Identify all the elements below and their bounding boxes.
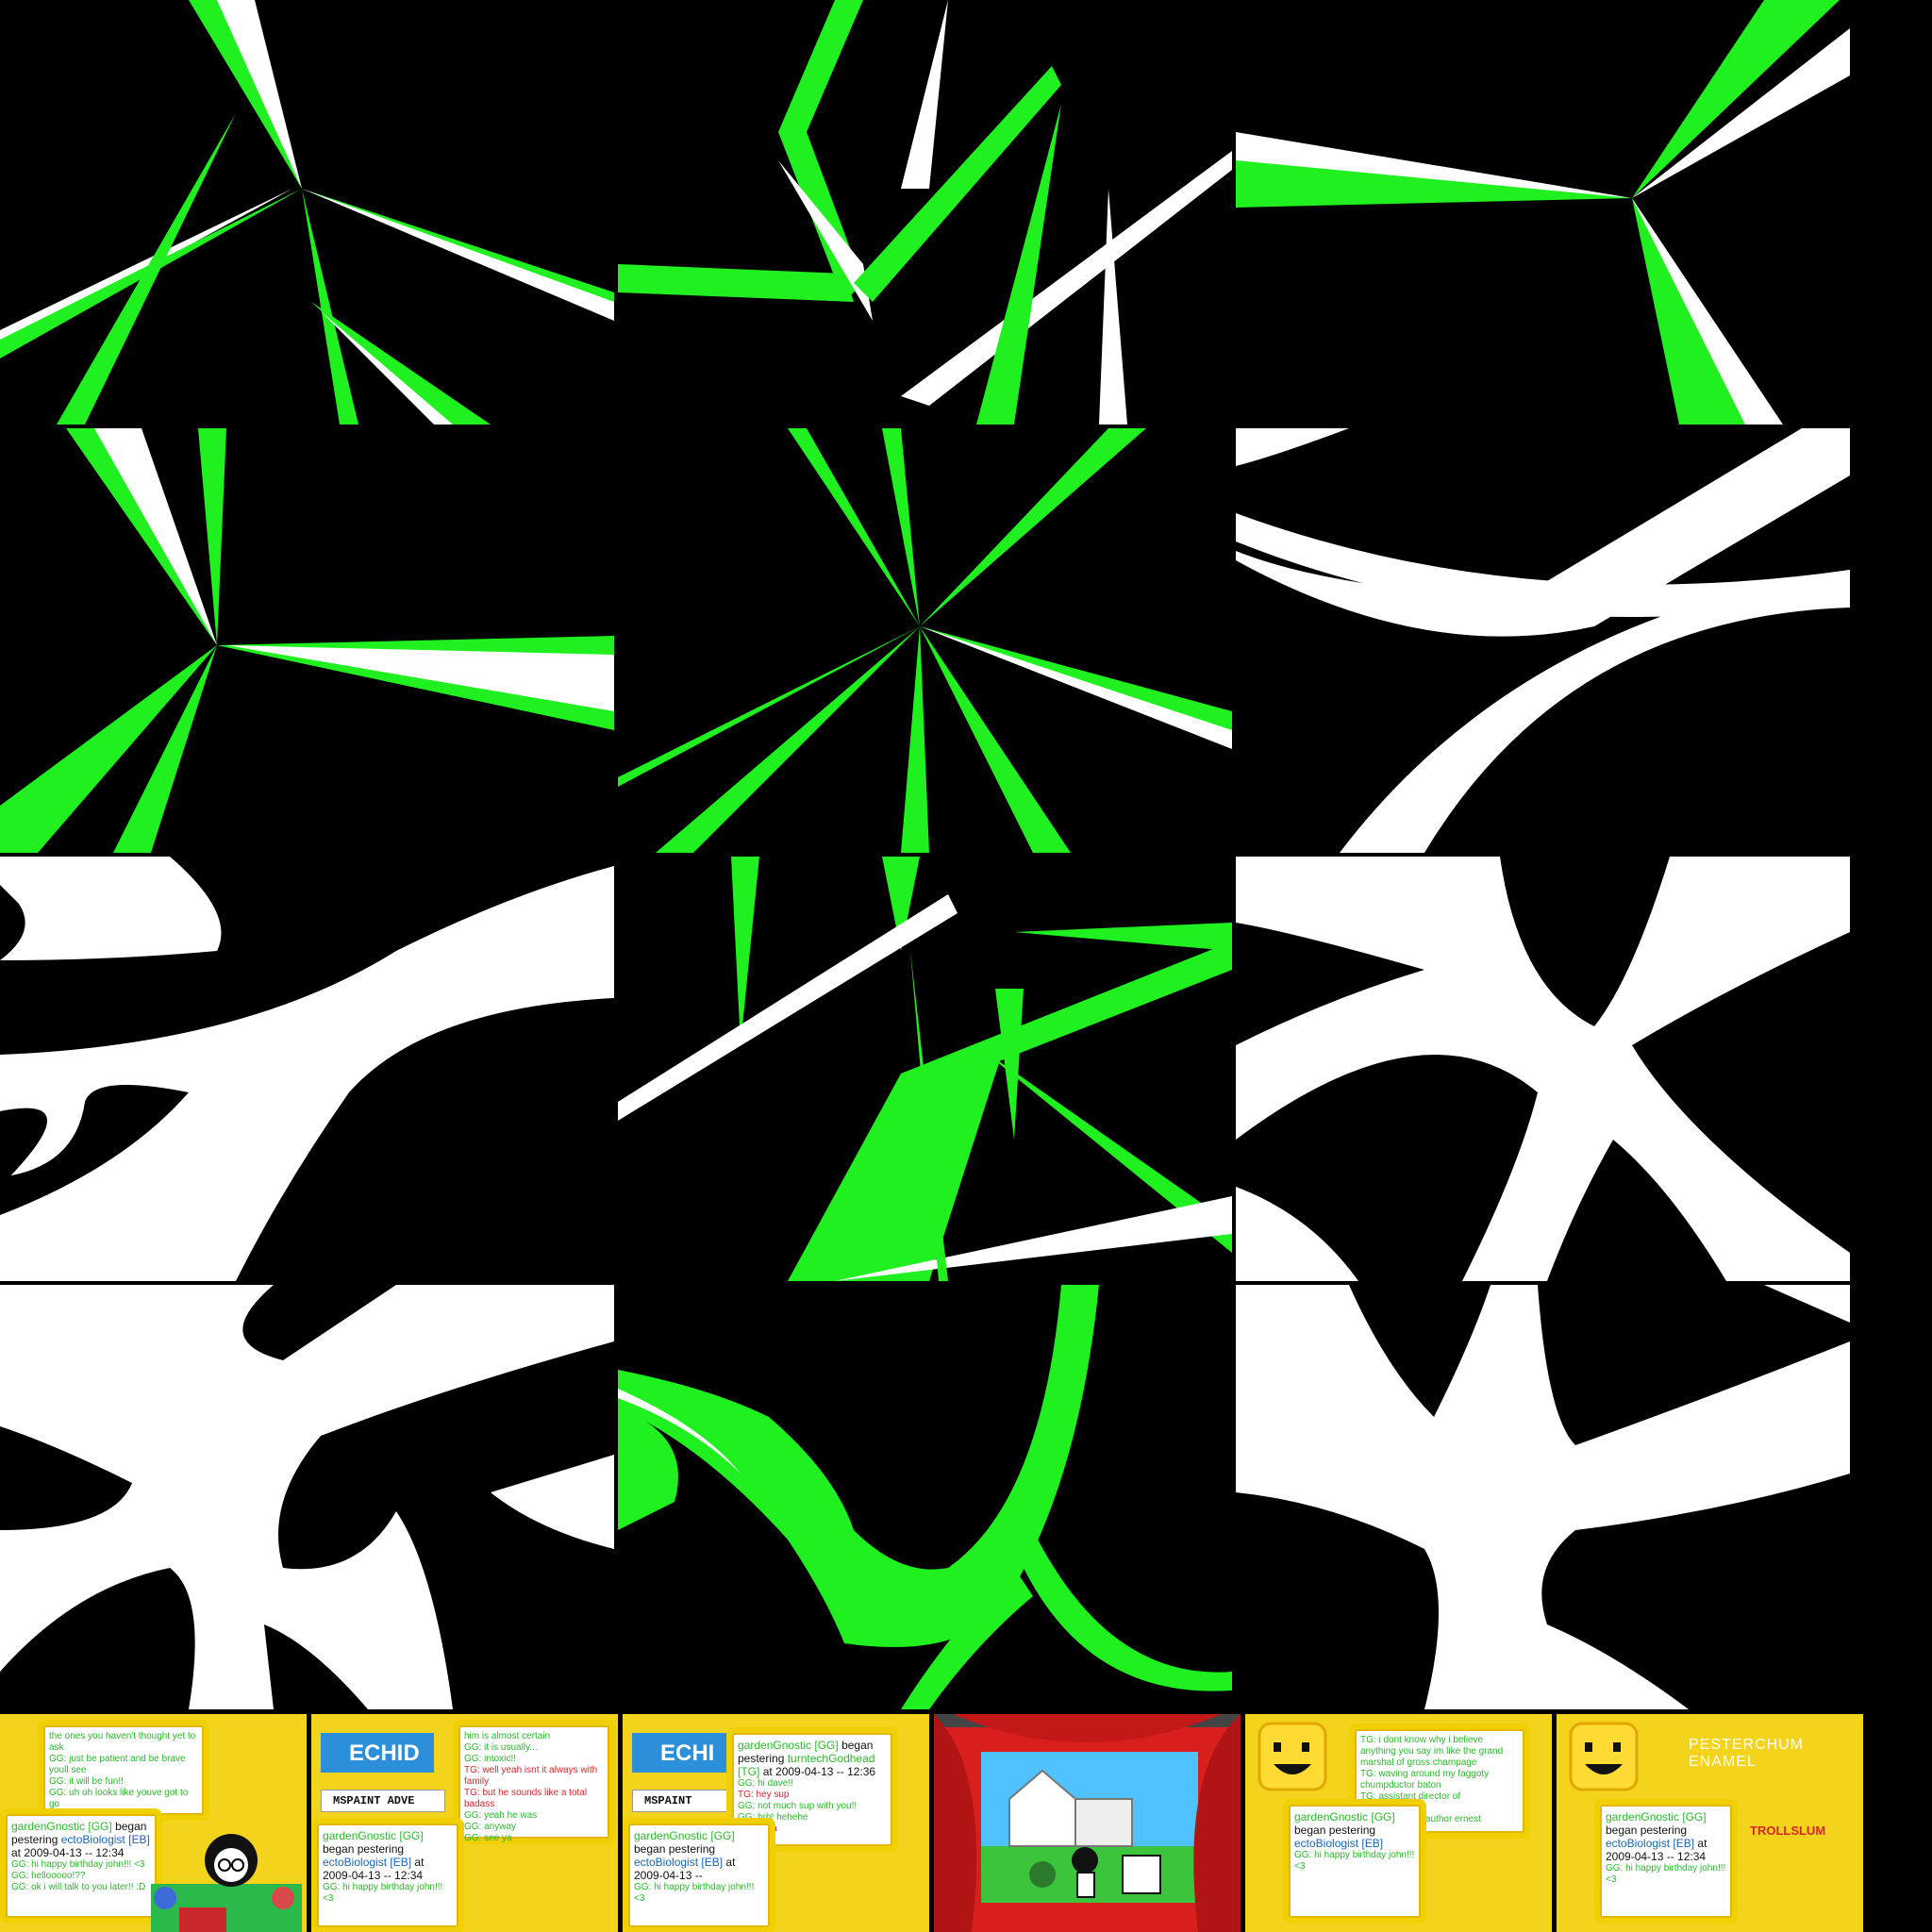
chat-window: him is almost certain GG: it is usually.… [453, 1720, 615, 1844]
chat-log: gardenGnostic [GG] began pestering ectoB… [317, 1824, 458, 1910]
site-banner: ECHID [321, 1733, 434, 1773]
green-web-art [618, 428, 1232, 853]
tile-11 [618, 1285, 1232, 1709]
chat-line: GG: hi happy birthday john!!! <3 [11, 1859, 145, 1870]
chat-window: gardenGnostic [GG] began pestering ectoB… [1594, 1799, 1738, 1924]
white-blobs-art [1236, 1285, 1850, 1709]
chat-log: him is almost certain GG: it is usually.… [458, 1725, 609, 1850]
pester-header: gardenGnostic [GG] began pestering ectoB… [1294, 1810, 1395, 1850]
app-title: PESTERCHUM ENAMEL [1689, 1737, 1805, 1770]
green-web-art [1236, 0, 1850, 425]
tile-4 [0, 428, 614, 853]
chat-log: gardenGnostic [GG] began pestering ectoB… [628, 1824, 770, 1910]
tile-6 [1236, 428, 1850, 853]
tile-1 [0, 0, 614, 425]
chat-window: gardenGnostic [GG] began pestering ectoB… [0, 1808, 162, 1924]
chat-line: GG: hi happy birthday john!!! <3 [323, 1882, 443, 1904]
tile-2 [618, 0, 1232, 425]
chat-line: GG: ok i will talk to you later!! :D [11, 1882, 146, 1892]
chat-line: him is almost certain [464, 1731, 551, 1741]
tile-3 [1236, 0, 1850, 425]
banner-title: ECHI [660, 1740, 715, 1766]
site-subbanner: MSPAINT ADVE [321, 1790, 445, 1812]
pester-header: gardenGnostic [GG] began pestering ectoB… [11, 1820, 150, 1859]
chat-line: GG: hellooooo!?? [11, 1871, 86, 1881]
tile-8 [618, 857, 1232, 1281]
green-web-art [0, 428, 614, 853]
chat-window: gardenGnostic [GG] began pestering ectoB… [623, 1818, 775, 1932]
pester-header: gardenGnostic [GG] began pestering ectoB… [323, 1829, 425, 1882]
tile-5 [618, 428, 1232, 853]
chat-line: TG: well yeah isnt it always with family [464, 1765, 598, 1787]
chat-line: GG: it will be fun!! [49, 1776, 124, 1787]
white-blobs-art [1236, 857, 1850, 1281]
chat-log: gardenGnostic [GG] began pestering ectoB… [1600, 1805, 1732, 1891]
theater-scene [934, 1714, 1241, 1932]
subbanner-text: MSPAINT [644, 1794, 692, 1807]
chat-line: TG: but he sounds like a total badass [464, 1788, 588, 1809]
character-illustration [151, 1834, 302, 1932]
green-web-art [0, 0, 614, 425]
subbanner-text: MSPAINT ADVE [333, 1794, 415, 1807]
thumbnail-3[interactable]: ECHI MSPAINT gardenGnostic [GG] began pe… [623, 1714, 929, 1932]
green-blobs-art [618, 1285, 1232, 1709]
thumbnail-4[interactable] [934, 1714, 1241, 1932]
chat-line: GG: not much sup with you!! [738, 1801, 858, 1811]
chat-line: GG: hi dave!! [738, 1778, 793, 1789]
pesterchum-smiley-icon [1569, 1722, 1639, 1791]
chat-line: GG: yeah he was [464, 1810, 538, 1821]
tile-9 [1236, 857, 1850, 1281]
chat-line: GG: see ya [464, 1833, 512, 1843]
thumbnail-5[interactable]: TG: i dont know why i believe anything y… [1245, 1714, 1552, 1932]
pester-header: gardenGnostic [GG] began pestering ectoB… [1606, 1810, 1707, 1863]
pesterchum-smiley-icon [1257, 1722, 1327, 1791]
tile-12 [1236, 1285, 1850, 1709]
white-swoosh-art [0, 857, 614, 1281]
chat-line: GG: hi happy birthday john!!! <3 [1606, 1863, 1726, 1885]
chat-log: gardenGnostic [GG] began pestering ectoB… [1289, 1805, 1421, 1878]
white-swoosh-art [1236, 428, 1850, 853]
chat-line: GG: hi happy birthday john!!! <3 [1294, 1850, 1415, 1872]
section-title: TROLLSLUM [1750, 1824, 1826, 1838]
white-blobs-art [0, 1285, 614, 1709]
chat-line: GG: intoxic!! [464, 1754, 517, 1764]
chat-line: GG: it is usually... [464, 1742, 538, 1753]
chat-line: GG: anyway [464, 1822, 517, 1832]
thumbnail-1[interactable]: the ones you haven't thought yet to ask … [0, 1714, 307, 1932]
pester-header: gardenGnostic [GG] began pestering turnt… [738, 1739, 876, 1778]
chat-window: gardenGnostic [GG] began pestering ectoB… [311, 1818, 464, 1932]
thumbnail-6[interactable]: PESTERCHUM ENAMEL TROLLSLUM gardenGnosti… [1557, 1714, 1863, 1932]
chat-line: the ones you haven't thought yet to ask [49, 1731, 196, 1753]
chat-line: GG: just be patient and be brave youll s… [49, 1754, 186, 1775]
tile-7 [0, 857, 614, 1281]
banner-title: ECHID [349, 1740, 420, 1766]
thumbnail-2[interactable]: ECHID MSPAINT ADVE him is almost certain… [311, 1714, 618, 1932]
pester-header: gardenGnostic [GG] began pestering ectoB… [634, 1829, 736, 1882]
tile-10 [0, 1285, 614, 1709]
chat-line: GG: hi happy birthday john!!! <3 [634, 1882, 755, 1904]
site-subbanner: MSPAINT [632, 1790, 738, 1812]
chat-log: gardenGnostic [GG] began pestering ectoB… [6, 1814, 157, 1899]
site-banner: ECHI [632, 1733, 736, 1773]
chat-window: the ones you haven't thought yet to ask … [38, 1720, 209, 1821]
chat-line: TG: waving around my faggoty chumpductor… [1360, 1769, 1490, 1790]
chat-window: gardenGnostic [GG] began pestering ectoB… [1283, 1799, 1426, 1924]
chat-line: TG: hey sup [738, 1790, 790, 1800]
green-web-art [618, 857, 1232, 1281]
chat-line: GG: uh oh looks like youve got to go [49, 1788, 189, 1809]
chat-line: TG: i dont know why i believe anything y… [1360, 1735, 1504, 1768]
green-web-art [618, 0, 1232, 425]
